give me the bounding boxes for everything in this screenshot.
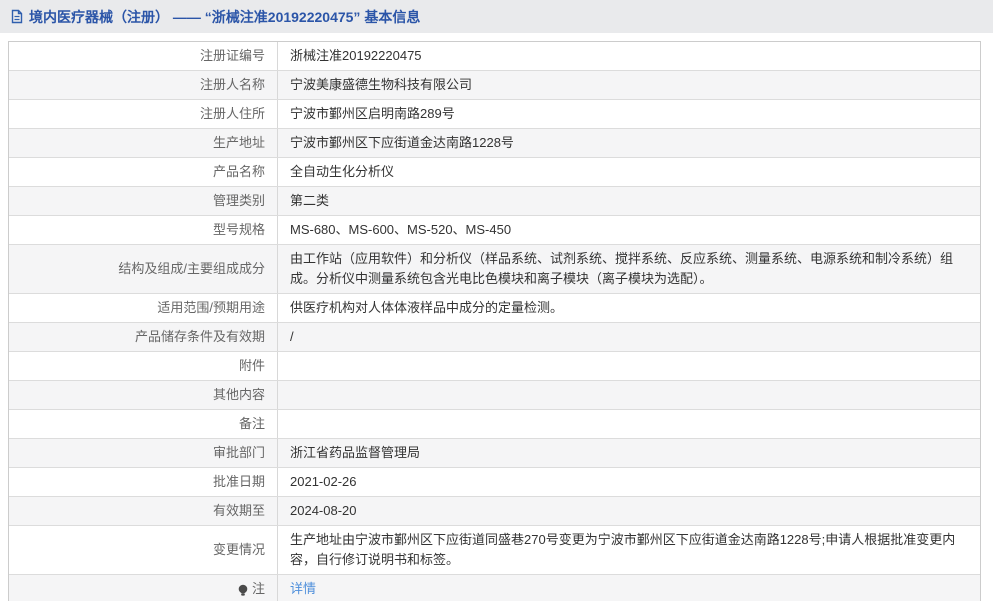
- table-row-model-spec: 型号规格 MS-680、MS-600、MS-520、MS-450: [9, 215, 980, 244]
- table-row-storage-validity: 产品储存条件及有效期 /: [9, 322, 980, 351]
- row-value: 宁波美康盛德生物科技有限公司: [278, 71, 980, 99]
- table-row-change-info: 变更情况 生产地址由宁波市鄞州区下应街道同盛巷270号变更为宁波市鄞州区下应街道…: [9, 525, 980, 574]
- note-label: 注: [252, 579, 265, 599]
- row-value: 全自动生化分析仪: [278, 158, 980, 186]
- row-label: 注册证编号: [9, 42, 278, 70]
- table-row-expiry-date: 有效期至 2024-08-20: [9, 496, 980, 525]
- table-row-intended-use: 适用范围/预期用途 供医疗机构对人体体液样品中成分的定量检测。: [9, 293, 980, 322]
- row-value: [278, 410, 980, 438]
- row-label: 结构及组成/主要组成成分: [9, 245, 278, 293]
- row-value: 生产地址由宁波市鄞州区下应街道同盛巷270号变更为宁波市鄞州区下应街道金达南路1…: [278, 526, 980, 574]
- row-value: MS-680、MS-600、MS-520、MS-450: [278, 216, 980, 244]
- row-label: 变更情况: [9, 526, 278, 574]
- row-label: 注册人名称: [9, 71, 278, 99]
- page-title: 境内医疗器械（注册） —— “浙械注准20192220475” 基本信息: [29, 7, 420, 27]
- row-label: 产品名称: [9, 158, 278, 186]
- row-value: 由工作站（应用软件）和分析仪（样品系统、试剂系统、搅拌系统、反应系统、测量系统、…: [278, 245, 980, 293]
- row-label: 适用范围/预期用途: [9, 294, 278, 322]
- table-row-registrant-name: 注册人名称 宁波美康盛德生物科技有限公司: [9, 70, 980, 99]
- registration-info-table: 注册证编号 浙械注准20192220475 注册人名称 宁波美康盛德生物科技有限…: [8, 41, 981, 601]
- row-label: 产品储存条件及有效期: [9, 323, 278, 351]
- table-row-approval-department: 审批部门 浙江省药品监督管理局: [9, 438, 980, 467]
- table-row-note: 注 详情: [9, 574, 980, 601]
- row-value: [278, 352, 980, 380]
- table-row-reg-number: 注册证编号 浙械注准20192220475: [9, 42, 980, 70]
- row-label: 生产地址: [9, 129, 278, 157]
- table-row-approval-date: 批准日期 2021-02-26: [9, 467, 980, 496]
- row-label: 注: [9, 575, 278, 601]
- table-row-registrant-address: 注册人住所 宁波市鄞州区启明南路289号: [9, 99, 980, 128]
- row-value: 2021-02-26: [278, 468, 980, 496]
- table-row-production-address: 生产地址 宁波市鄞州区下应街道金达南路1228号: [9, 128, 980, 157]
- row-label: 其他内容: [9, 381, 278, 409]
- row-value: 供医疗机构对人体体液样品中成分的定量检测。: [278, 294, 980, 322]
- row-value: 浙械注准20192220475: [278, 42, 980, 70]
- detail-link[interactable]: 详情: [290, 579, 316, 599]
- row-label: 审批部门: [9, 439, 278, 467]
- row-value: 详情: [278, 575, 980, 601]
- row-label: 管理类别: [9, 187, 278, 215]
- row-label: 注册人住所: [9, 100, 278, 128]
- row-value: 宁波市鄞州区下应街道金达南路1228号: [278, 129, 980, 157]
- table-row-attachments: 附件: [9, 351, 980, 380]
- row-value: 2024-08-20: [278, 497, 980, 525]
- row-value: 浙江省药品监督管理局: [278, 439, 980, 467]
- table-row-other-content: 其他内容: [9, 380, 980, 409]
- row-label: 型号规格: [9, 216, 278, 244]
- row-label: 批准日期: [9, 468, 278, 496]
- row-value: /: [278, 323, 980, 351]
- table-row-management-class: 管理类别 第二类: [9, 186, 980, 215]
- row-value: [278, 381, 980, 409]
- row-label: 有效期至: [9, 497, 278, 525]
- table-row-remarks: 备注: [9, 409, 980, 438]
- row-value: 第二类: [278, 187, 980, 215]
- row-label: 附件: [9, 352, 278, 380]
- lightbulb-icon: [237, 584, 249, 597]
- table-row-product-name: 产品名称 全自动生化分析仪: [9, 157, 980, 186]
- page-header: 境内医疗器械（注册） —— “浙械注准20192220475” 基本信息: [0, 0, 993, 33]
- row-value: 宁波市鄞州区启明南路289号: [278, 100, 980, 128]
- table-row-structure-composition: 结构及组成/主要组成成分 由工作站（应用软件）和分析仪（样品系统、试剂系统、搅拌…: [9, 244, 980, 293]
- document-icon: [10, 9, 24, 24]
- row-label: 备注: [9, 410, 278, 438]
